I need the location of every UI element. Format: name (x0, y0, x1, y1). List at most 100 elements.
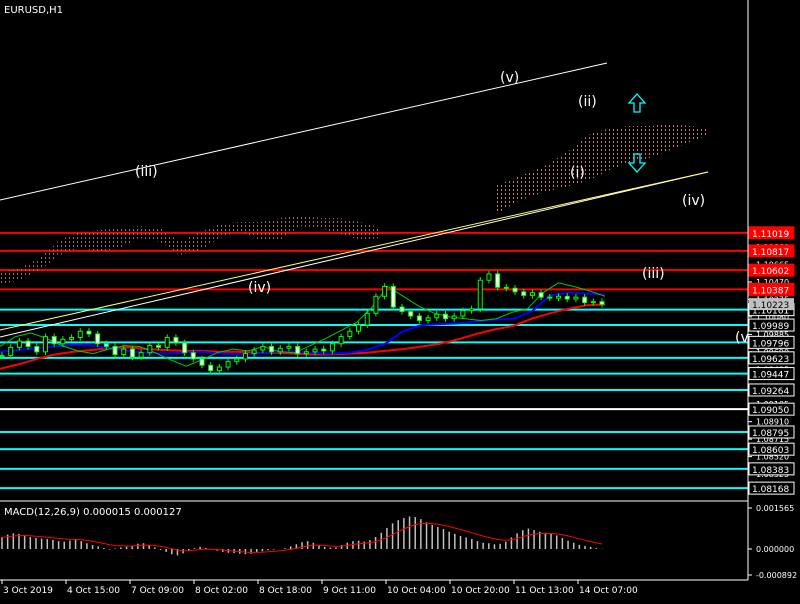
candle-body (521, 291, 527, 296)
level-tag-label: 1.10817 (752, 248, 789, 258)
level-tag-label: 1.10602 (752, 267, 789, 277)
candle-body (16, 340, 22, 348)
candle-body (338, 336, 344, 345)
candle-body (286, 345, 292, 349)
candle-body (234, 358, 240, 363)
level-tag-label: 1.08168 (752, 485, 789, 495)
candle-body (434, 313, 440, 319)
candle-body (8, 346, 14, 356)
candle-body (60, 338, 66, 345)
macd-y-tick-label: 0.001565 (756, 504, 794, 513)
candle-body (121, 348, 127, 356)
candle-body (103, 343, 109, 347)
level-tag-label: 1.08603 (752, 446, 789, 456)
candle-body (303, 351, 309, 355)
candle-body (399, 306, 405, 313)
candle-body (138, 352, 144, 358)
current-price-label: 1.10223 (752, 301, 789, 311)
candle-body (582, 296, 588, 304)
level-tag-label: 1.09264 (752, 387, 789, 397)
candle-body (269, 345, 275, 353)
candle-body (295, 345, 301, 355)
candle-body (312, 348, 318, 353)
x-tick-label: 3 Oct 2019 (3, 586, 53, 596)
level-tag-label: 1.11019 (752, 230, 789, 240)
macd-title: MACD(12,26,9) 0.000015 0.000127 (4, 507, 182, 518)
candle-body (599, 301, 605, 305)
candle-body (512, 287, 518, 293)
candle-body (356, 324, 362, 332)
candle-body (590, 301, 596, 304)
x-tick-label: 10 Oct 04:00 (387, 586, 446, 596)
candle-body (225, 361, 231, 368)
candle-body (190, 352, 196, 360)
level-tag-label: 1.09050 (752, 406, 789, 416)
x-tick-label: 14 Oct 07:00 (579, 586, 638, 596)
symbol-title: EURUSD,H1 (4, 5, 63, 16)
candle-body (556, 295, 562, 299)
level-tag-label: 1.08795 (752, 429, 789, 439)
candle-body (382, 285, 388, 297)
chart-window[interactable]: (v) (ii) (iii) (i) (iv) (iv) (iii) (v 0.001565 0… (0, 0, 800, 600)
candle-body (112, 345, 118, 356)
wave-label: (iv) (248, 280, 271, 296)
price-level-tags: 1.110191.108171.106021.103871.101611.099… (748, 226, 795, 495)
level-tag-label: 1.09989 (752, 322, 789, 332)
candle-body (0, 354, 5, 357)
candle-body (182, 342, 188, 354)
candle-body (164, 336, 170, 348)
candle-body (199, 358, 205, 366)
candle-body (390, 285, 396, 308)
candle-body (451, 315, 457, 320)
candle-body (95, 333, 101, 345)
candle-body (208, 364, 214, 372)
candle-body (156, 345, 162, 348)
level-tag-label: 1.08383 (752, 466, 789, 476)
candle-body (486, 273, 492, 281)
candle-body (277, 347, 283, 353)
candle-body (529, 292, 535, 296)
candle-body (373, 295, 379, 314)
candle-body (408, 311, 414, 317)
candle-body (86, 330, 92, 335)
x-tick-label: 7 Oct 09:00 (131, 586, 184, 596)
x-tick-label: 4 Oct 15:00 (67, 586, 120, 596)
candle-body (260, 345, 266, 351)
wave-label: (v) (500, 70, 519, 86)
candle-body (42, 336, 48, 353)
candle-body (321, 348, 327, 352)
level-tag-label: 1.09623 (752, 355, 789, 365)
macd-y-tick-label: 0.000000 (756, 545, 794, 554)
candle-body (25, 340, 31, 347)
wave-label: (iii) (135, 164, 158, 180)
candle-body (416, 315, 422, 321)
candle-body (242, 353, 248, 360)
candle-body (538, 292, 544, 298)
x-tick-label: 11 Oct 13:00 (515, 586, 574, 596)
candle-body (564, 295, 570, 300)
candle-body (34, 345, 40, 353)
macd-y-tick-label: -0.000892 (756, 571, 797, 580)
candle-body (347, 330, 353, 338)
candle-body (503, 286, 509, 289)
candle-body (442, 313, 448, 320)
wave-label: (i) (570, 165, 585, 181)
chart-canvas[interactable]: (v) (ii) (iii) (i) (iv) (iv) (iii) (v 0.001565 0… (0, 0, 800, 600)
x-tick-label: 9 Oct 11:00 (323, 586, 376, 596)
x-tick-label: 8 Oct 18:00 (259, 586, 312, 596)
candle-body (251, 349, 257, 355)
candle-body (495, 273, 501, 288)
candle-body (364, 312, 370, 326)
candle-body (477, 279, 483, 310)
candle-body (173, 336, 179, 344)
candle-body (469, 308, 475, 312)
wave-label: (v (735, 330, 749, 346)
x-tick-label: 8 Oct 02:00 (195, 586, 248, 596)
candle-body (425, 317, 431, 321)
candle-body (147, 345, 153, 354)
candle-body (77, 330, 83, 338)
candle-body (460, 310, 466, 317)
candle-body (573, 296, 579, 300)
y-tick-label: 1.08910 (756, 418, 789, 427)
candle-body (129, 348, 135, 358)
